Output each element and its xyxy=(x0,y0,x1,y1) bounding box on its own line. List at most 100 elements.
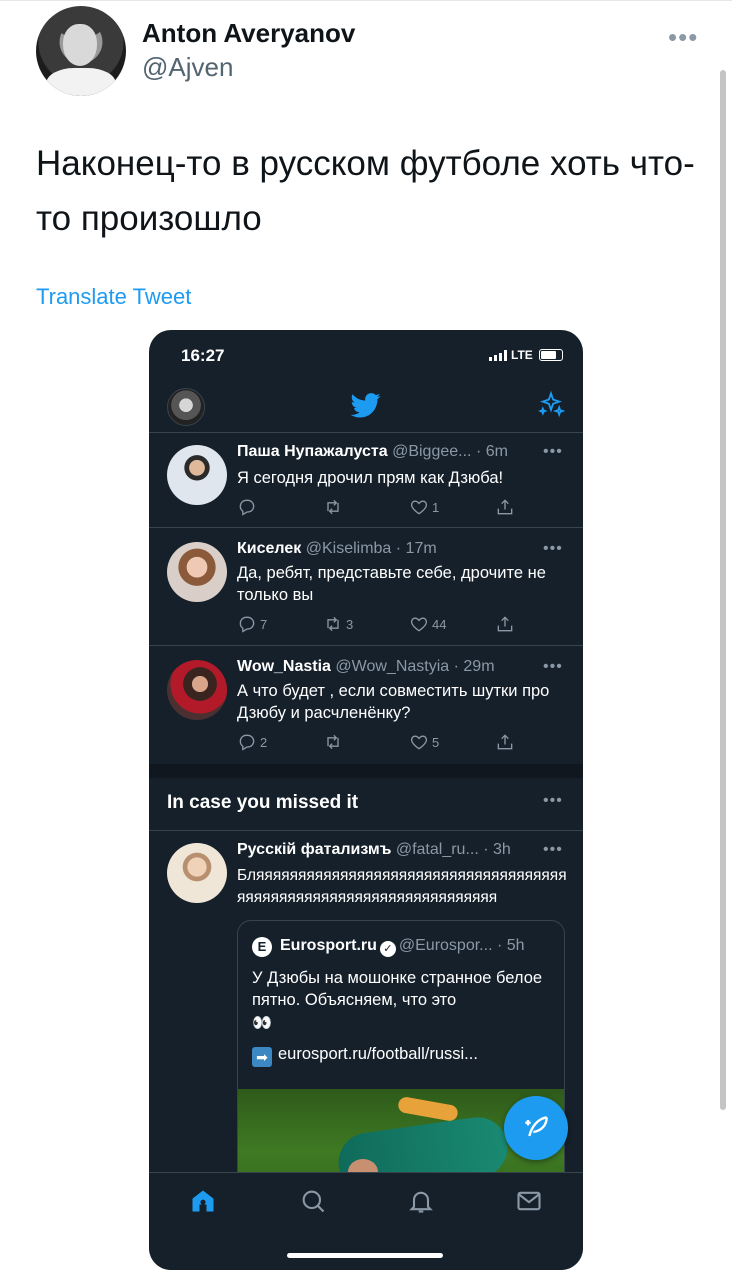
tweet-time: · 29m xyxy=(453,658,495,675)
tweet-header: Русскій фатализмъ @fatal_ru... · 3h xyxy=(237,841,511,859)
retweet-icon xyxy=(327,734,339,750)
tweet-avatar[interactable] xyxy=(167,445,227,505)
tweet-author-name[interactable]: Киселек xyxy=(237,540,301,557)
home-icon[interactable] xyxy=(189,1187,217,1215)
home-indicator xyxy=(287,1253,443,1258)
tweet-actions: 1 xyxy=(237,497,537,517)
feed-tweet[interactable]: Паша Нупажалуста @Biggee... · 6m ••• Я с… xyxy=(149,433,583,527)
tweet-more-icon[interactable]: ••• xyxy=(543,841,563,859)
like-button[interactable]: 44 xyxy=(409,614,446,634)
tweet-header: Wow_Nastia @Wow_Nastyia · 29m xyxy=(237,658,495,676)
tweet-more-icon[interactable]: ••• xyxy=(543,658,563,676)
like-count: 44 xyxy=(432,616,447,632)
reply-icon xyxy=(239,499,255,516)
bottom-tab-bar xyxy=(149,1172,583,1270)
tweet-actions: 2 5 xyxy=(237,732,537,752)
twitter-bird-icon xyxy=(350,393,381,418)
tweet-time: · 3h xyxy=(483,841,511,858)
quoted-link[interactable]: ➡ eurosport.ru/football/russi... xyxy=(252,1045,478,1067)
quoted-link-text[interactable]: eurosport.ru/football/russi... xyxy=(278,1045,478,1063)
tweet-author-handle: @Biggee... xyxy=(392,443,472,460)
arrow-right-icon: ➡ xyxy=(252,1047,272,1067)
tweet-avatar[interactable] xyxy=(167,843,227,903)
tweet-author-name[interactable]: Паша Нупажалуста xyxy=(237,443,388,460)
status-indicators: LTE xyxy=(489,348,563,362)
quoted-time: · 5h xyxy=(496,937,525,954)
status-time: 16:27 xyxy=(181,346,225,365)
share-button[interactable] xyxy=(495,732,515,752)
reply-button[interactable] xyxy=(237,497,260,517)
reply-button[interactable]: 7 xyxy=(237,614,267,634)
battery-icon xyxy=(538,349,563,361)
scrollbar[interactable] xyxy=(720,70,726,1110)
share-icon xyxy=(497,616,513,632)
heart-icon xyxy=(410,500,428,515)
verified-badge-icon: ✓ xyxy=(379,941,396,957)
avatar-shirt xyxy=(46,68,116,96)
eurosport-logo-icon: E xyxy=(252,937,272,957)
attached-screenshot[interactable]: 16:27 LTE Паша Нупажалуста @Biggee... · … xyxy=(149,330,583,1270)
player-boot xyxy=(397,1095,459,1123)
quoted-body: У Дзюбы на мошонке странное белое пятно.… xyxy=(252,969,543,1009)
tweet-more-icon[interactable]: ••• xyxy=(543,443,563,461)
feed-tweet[interactable]: Киселек @Kiselimba · 17m ••• Да, ребят, … xyxy=(149,528,583,645)
tweet-author-name[interactable]: Wow_Nastia xyxy=(237,658,331,675)
more-options-icon[interactable]: ••• xyxy=(668,22,698,53)
feed-tweet[interactable]: Wow_Nastia @Wow_Nastyia · 29m ••• А что … xyxy=(149,646,583,764)
reply-icon xyxy=(239,616,255,633)
quoted-author-name[interactable]: Eurosport.ru xyxy=(280,937,377,954)
retweet-count: 3 xyxy=(346,616,354,632)
compose-tweet-button[interactable] xyxy=(504,1096,568,1160)
tweet-more-icon[interactable]: ••• xyxy=(543,540,563,558)
like-button[interactable]: 1 xyxy=(409,497,439,517)
section-more-icon[interactable]: ••• xyxy=(543,792,563,810)
retweet-icon xyxy=(327,499,339,515)
tweet-author-handle: @fatal_ru... xyxy=(395,841,479,858)
tweet-body: Бляяяяяяяяяяяяяяяяяяяяяяяяяяяяяяяяяяяяяя… xyxy=(237,867,567,906)
tweet-author-handle: @Wow_Nastyia xyxy=(335,658,450,675)
section-title: In case you missed it xyxy=(167,792,359,813)
tweet-time: · 17m xyxy=(395,540,437,557)
author-name[interactable]: Anton Averyanov xyxy=(142,18,355,49)
network-label: LTE xyxy=(511,348,533,362)
signal-icon xyxy=(489,349,507,361)
tweet-author-handle: @Kiselimba xyxy=(305,540,392,557)
tweet-avatar[interactable] xyxy=(167,542,227,602)
translate-tweet-link[interactable]: Translate Tweet xyxy=(36,284,191,310)
tweet-header: Паша Нупажалуста @Biggee... · 6m xyxy=(237,443,508,461)
tweet-avatar[interactable] xyxy=(167,660,227,720)
tweet-header: Киселек @Kiselimba · 17m xyxy=(237,540,437,558)
retweet-button[interactable]: 3 xyxy=(323,614,353,634)
heart-icon xyxy=(410,617,428,632)
tweet-time: · 6m xyxy=(475,443,508,460)
tweet-body: Да, ребят, представьте себе, дрочите не … xyxy=(237,564,546,604)
share-icon xyxy=(497,499,513,515)
search-icon[interactable] xyxy=(299,1187,327,1215)
mail-icon[interactable] xyxy=(515,1187,543,1215)
retweet-button[interactable] xyxy=(323,732,346,752)
compose-feather-icon xyxy=(525,1116,548,1137)
share-icon xyxy=(497,734,513,750)
avatar-face xyxy=(63,24,97,66)
author-avatar[interactable] xyxy=(36,6,126,96)
sparkle-icon[interactable] xyxy=(537,390,565,418)
bell-icon[interactable] xyxy=(407,1187,435,1215)
tweet-text: Наконец-то в русском футболе хоть что-то… xyxy=(36,144,695,238)
top-divider xyxy=(0,0,732,1)
tweet-actions: 7 3 44 xyxy=(237,614,537,634)
section-separator xyxy=(149,764,583,778)
reply-button[interactable]: 2 xyxy=(237,732,267,752)
eyes-emoji-icon: 👀 xyxy=(252,1015,272,1032)
profile-avatar[interactable] xyxy=(167,388,205,426)
tweet-body: А что будет , если совместить шутки про … xyxy=(237,682,550,722)
reply-icon xyxy=(239,734,255,751)
share-button[interactable] xyxy=(495,497,515,517)
retweet-icon xyxy=(327,616,339,632)
author-handle[interactable]: @Ajven xyxy=(142,52,233,83)
share-button[interactable] xyxy=(495,614,515,634)
like-button[interactable]: 5 xyxy=(409,732,439,752)
retweet-button[interactable] xyxy=(323,497,346,517)
quoted-header: Eurosport.ru ✓ @Eurospor... · 5h xyxy=(280,937,525,957)
tweet-author-name[interactable]: Русскій фатализмъ xyxy=(237,841,391,858)
heart-icon xyxy=(410,735,428,750)
